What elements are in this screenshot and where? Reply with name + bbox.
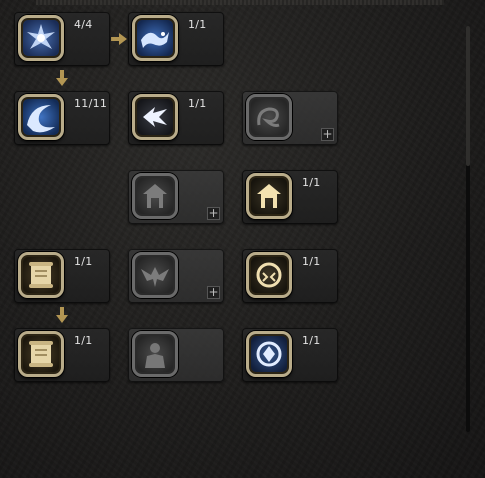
connector-arrow-right-icon (111, 33, 127, 45)
connector-arrow-down-icon (56, 70, 68, 86)
skill-node[interactable]: 1/1 (14, 328, 110, 382)
scroll-icon (18, 252, 64, 298)
background-texture (0, 0, 485, 478)
crest-icon (246, 331, 292, 377)
eagle-icon (132, 252, 178, 298)
skill-node[interactable]: 1/1 (242, 328, 338, 382)
skill-level: 1/1 (74, 255, 93, 268)
skill-node-locked[interactable]: + (128, 170, 224, 224)
skill-node-locked[interactable]: + (242, 91, 338, 145)
tower-icon (246, 173, 292, 219)
skill-level: 1/1 (302, 255, 321, 268)
serpent-icon (246, 94, 292, 140)
scrollbar-thumb[interactable] (466, 26, 470, 166)
add-point-button[interactable]: + (321, 128, 334, 141)
skill-node[interactable]: 1/1 (242, 249, 338, 303)
skill-level: 1/1 (188, 18, 207, 31)
skill-node[interactable]: 4/4 (14, 12, 110, 66)
skill-level: 4/4 (74, 18, 93, 31)
frost-wave-icon (18, 94, 64, 140)
skill-level: 1/1 (188, 97, 207, 110)
frost-spiral-icon (18, 15, 64, 61)
add-point-button[interactable]: + (207, 286, 220, 299)
skill-level: 11/11 (74, 97, 108, 110)
beast-icon (246, 252, 292, 298)
skill-node[interactable]: 1/1 (128, 91, 224, 145)
add-point-button[interactable]: + (207, 207, 220, 220)
skill-level: 1/1 (302, 334, 321, 347)
scrollbar-track[interactable] (466, 26, 470, 432)
skill-level: 1/1 (74, 334, 93, 347)
skill-node[interactable]: 1/1 (14, 249, 110, 303)
tower-icon (132, 173, 178, 219)
skill-node[interactable]: 1/1 (128, 12, 224, 66)
top-border-strip (36, 0, 444, 5)
connector-arrow-down-icon (56, 307, 68, 323)
skill-node[interactable]: 1/1 (242, 170, 338, 224)
skill-node-locked[interactable]: + (128, 249, 224, 303)
skill-node[interactable]: 11/11 (14, 91, 110, 145)
scroll-icon (18, 331, 64, 377)
arrow-strike-icon (132, 94, 178, 140)
skill-node-locked[interactable] (128, 328, 224, 382)
frost-dragon-icon (132, 15, 178, 61)
skill-level: 1/1 (302, 176, 321, 189)
warrior-icon (132, 331, 178, 377)
